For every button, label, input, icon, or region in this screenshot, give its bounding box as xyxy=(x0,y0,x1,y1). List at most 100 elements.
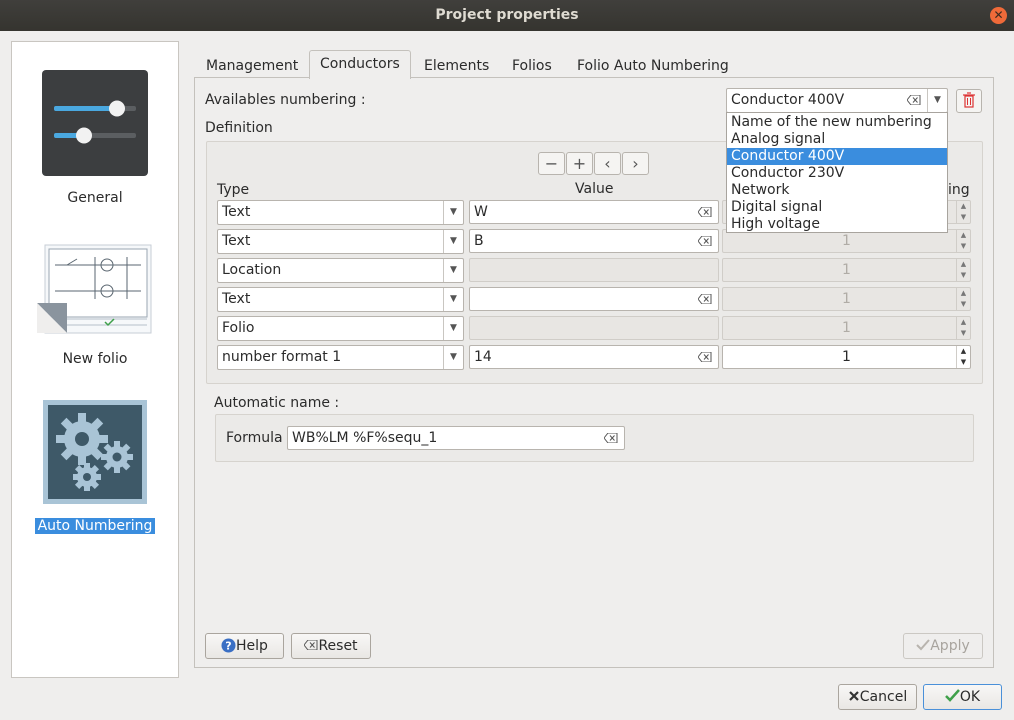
chevron-down-icon[interactable]: ▼ xyxy=(443,230,463,253)
row-type-select[interactable]: Location ▼ xyxy=(217,258,464,283)
row-increase-value: 1 xyxy=(842,349,851,365)
chevron-down-icon[interactable]: ▼ xyxy=(443,259,463,282)
tab-folio-auto-numbering[interactable]: Folio Auto Numbering xyxy=(567,55,739,78)
add-field-button[interactable]: + xyxy=(566,152,593,175)
apply-button[interactable]: Apply xyxy=(903,633,983,659)
spin-arrows-icon[interactable]: ▲ ▼ xyxy=(956,317,970,339)
tab-conductors[interactable]: Conductors xyxy=(309,50,411,79)
tab-management[interactable]: Management xyxy=(196,55,308,78)
row-type-value: Text xyxy=(222,291,251,307)
row-value-text: 14 xyxy=(474,349,492,365)
spin-arrows-icon[interactable]: ▲ ▼ xyxy=(956,230,970,252)
dropdown-option[interactable]: Digital signal xyxy=(727,199,947,216)
ok-button[interactable]: OK xyxy=(923,684,1002,710)
row-increase-value: 1 xyxy=(842,262,851,278)
row-type-select[interactable]: Folio ▼ xyxy=(217,316,464,341)
clear-icon xyxy=(303,639,318,651)
type-column-header: Type xyxy=(217,182,250,198)
row-type-select[interactable]: number format 1 ▼ xyxy=(217,345,464,370)
spin-arrows-icon[interactable]: ▲ ▼ xyxy=(956,201,970,223)
clear-icon[interactable] xyxy=(604,433,618,443)
dropdown-option[interactable]: High voltage xyxy=(727,216,947,233)
clear-icon[interactable] xyxy=(698,236,712,246)
help-button[interactable]: ? Help xyxy=(205,633,284,659)
row-type-value: Text xyxy=(222,204,251,220)
availables-numbering-label: Availables numbering : xyxy=(205,92,366,108)
sidebar-item-auto-numbering[interactable]: Auto Numbering xyxy=(12,399,178,534)
tab-elements[interactable]: Elements xyxy=(414,55,499,78)
chevron-down-icon[interactable]: ▼ xyxy=(443,346,463,369)
chevron-down-icon[interactable]: ▼ xyxy=(443,201,463,224)
row-value-input[interactable] xyxy=(469,287,719,311)
dropdown-option[interactable]: Network xyxy=(727,182,947,199)
numbering-select[interactable]: Conductor 400V ▼ xyxy=(726,88,948,113)
row-increase-spinbox[interactable]: 1 ▲ ▼ xyxy=(722,316,971,340)
row-increase-value: 1 xyxy=(842,233,851,249)
clear-icon[interactable] xyxy=(907,95,921,105)
automatic-name-label: Automatic name : xyxy=(214,395,340,411)
clear-icon[interactable] xyxy=(698,207,712,217)
tab-folios[interactable]: Folios xyxy=(502,55,562,78)
move-left-button[interactable]: ‹ xyxy=(594,152,621,175)
row-value-input[interactable]: B xyxy=(469,229,719,253)
sidebar-item-label: Auto Numbering xyxy=(34,518,156,534)
sliders-icon xyxy=(42,70,148,176)
check-icon xyxy=(945,689,960,702)
sidebar-item-new-folio[interactable]: New folio xyxy=(12,243,178,367)
formula-label: Formula xyxy=(226,430,283,446)
dropdown-option[interactable]: Conductor 230V xyxy=(727,165,947,182)
cancel-button-label: Cancel xyxy=(859,689,908,705)
folio-diagram-icon xyxy=(37,244,152,334)
help-button-label: Help xyxy=(236,638,268,654)
row-type-select[interactable]: Text ▼ xyxy=(217,229,464,254)
check-icon xyxy=(916,639,930,651)
row-type-select[interactable]: Text ▼ xyxy=(217,200,464,225)
trash-icon xyxy=(963,92,975,108)
row-value-text: W xyxy=(474,204,488,220)
row-value-text: B xyxy=(474,233,484,249)
help-icon: ? xyxy=(221,638,236,653)
row-value-input[interactable] xyxy=(469,258,719,282)
row-value-input[interactable]: W xyxy=(469,200,719,224)
row-value-input[interactable]: 14 xyxy=(469,345,719,369)
delete-numbering-button[interactable] xyxy=(956,89,982,113)
window-titlebar: Project properties ✕ xyxy=(0,0,1014,31)
increase-column-header: ing xyxy=(948,182,970,198)
apply-button-label: Apply xyxy=(930,638,970,654)
reset-button-label: Reset xyxy=(318,638,358,654)
spin-arrows-icon[interactable]: ▲ ▼ xyxy=(956,259,970,281)
row-increase-spinbox[interactable]: 1 ▲ ▼ xyxy=(722,345,971,369)
clear-icon[interactable] xyxy=(698,294,712,304)
row-increase-value: 1 xyxy=(842,291,851,307)
spin-arrows-icon[interactable]: ▲ ▼ xyxy=(956,288,970,310)
sidebar: General New folio Auto Numbering xyxy=(11,41,179,678)
reset-button[interactable]: Reset xyxy=(291,633,371,659)
clear-icon[interactable] xyxy=(698,352,712,362)
ok-button-label: OK xyxy=(959,689,981,705)
numbering-dropdown-list: Name of the new numbering Analog signal … xyxy=(726,112,948,233)
row-type-value: Text xyxy=(222,233,251,249)
dropdown-option-selected[interactable]: Conductor 400V xyxy=(727,148,947,165)
move-right-button[interactable]: › xyxy=(622,152,649,175)
close-window-button[interactable]: ✕ xyxy=(990,7,1007,24)
chevron-down-icon[interactable]: ▼ xyxy=(927,89,947,112)
row-type-value: Folio xyxy=(222,320,255,336)
row-value-input[interactable] xyxy=(469,316,719,340)
formula-input[interactable]: WB%LM %F%sequ_1 xyxy=(287,426,625,450)
cancel-button[interactable]: Cancel xyxy=(838,684,917,710)
value-column-header: Value xyxy=(575,181,614,197)
dropdown-option[interactable]: Analog signal xyxy=(727,131,947,148)
chevron-down-icon[interactable]: ▼ xyxy=(443,317,463,340)
chevron-down-icon[interactable]: ▼ xyxy=(443,288,463,311)
remove-field-button[interactable]: − xyxy=(538,152,565,175)
spin-arrows-icon[interactable]: ▲ ▼ xyxy=(956,346,970,368)
sidebar-item-general[interactable]: General xyxy=(12,69,178,206)
row-type-value: number format 1 xyxy=(222,349,342,365)
dropdown-option[interactable]: Name of the new numbering xyxy=(727,114,947,131)
sidebar-item-label: General xyxy=(67,190,123,206)
formula-value: WB%LM %F%sequ_1 xyxy=(292,430,438,446)
svg-text:?: ? xyxy=(225,640,231,653)
row-increase-spinbox[interactable]: 1 ▲ ▼ xyxy=(722,258,971,282)
row-type-select[interactable]: Text ▼ xyxy=(217,287,464,312)
row-increase-spinbox[interactable]: 1 ▲ ▼ xyxy=(722,287,971,311)
